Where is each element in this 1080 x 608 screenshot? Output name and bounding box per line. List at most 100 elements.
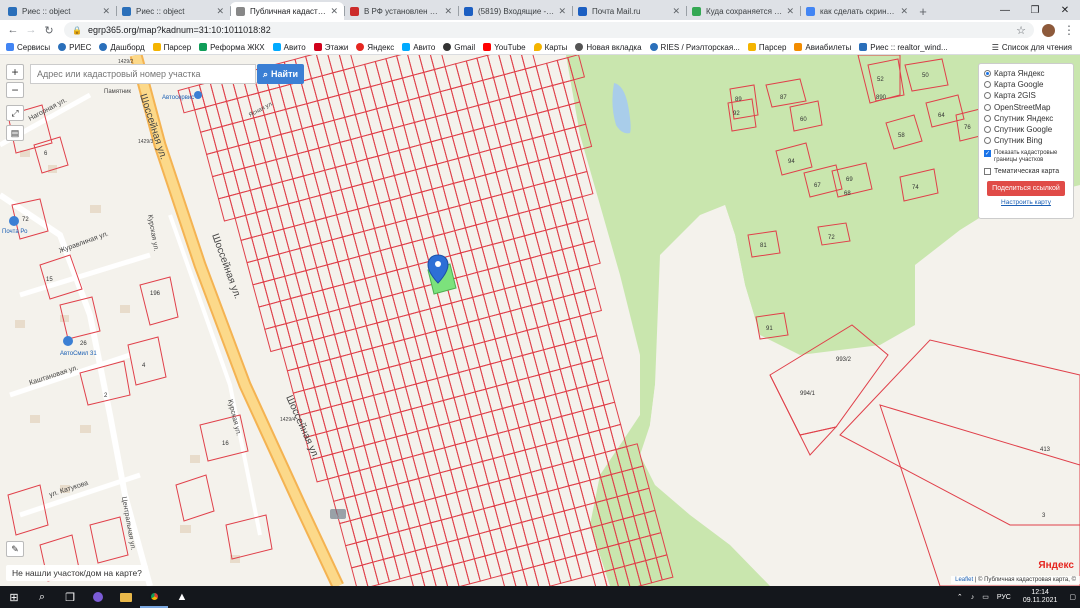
overlay-cadastral-borders[interactable]: ✓ Показать кадастровые границы участков <box>984 150 1068 164</box>
land-parcel[interactable] <box>579 312 598 340</box>
layer-option-google[interactable]: Карта Google <box>984 79 1068 90</box>
land-parcel[interactable] <box>327 55 345 74</box>
forward-icon[interactable]: → <box>22 24 40 36</box>
notifications-icon[interactable]: ▢ <box>1069 593 1076 601</box>
bookmark-etazhi[interactable]: Этажи <box>313 43 348 52</box>
bookmark-parser[interactable]: Парсер <box>152 43 191 52</box>
language-indicator[interactable]: РУС <box>997 594 1011 601</box>
land-parcel[interactable] <box>407 55 425 76</box>
bookmark-services[interactable]: Сервисы <box>6 43 50 52</box>
radio-icon[interactable] <box>984 137 991 145</box>
bookmark-new-tab[interactable]: Новая вкладка <box>575 43 642 52</box>
close-icon[interactable]: ✕ <box>330 6 338 17</box>
photos-icon[interactable]: ▲ <box>168 586 196 608</box>
zoom-out-button[interactable]: − <box>6 82 24 98</box>
fullscreen-icon[interactable]: ⤢ <box>6 105 24 121</box>
lock-icon[interactable]: 🔒 <box>72 26 82 35</box>
close-icon[interactable]: ✕ <box>102 6 110 17</box>
new-tab-button[interactable]: + <box>914 2 932 20</box>
land-parcel[interactable] <box>578 265 597 292</box>
tab-news[interactable]: В РФ установлен новый л ✕ <box>344 2 458 20</box>
reload-icon[interactable]: ↻ <box>40 24 58 37</box>
checkbox-checked-icon[interactable]: ✓ <box>984 150 991 158</box>
radio-icon[interactable] <box>984 81 991 89</box>
bookmark-aviabilety[interactable]: Авиабилеты <box>794 43 851 52</box>
land-parcel[interactable] <box>441 563 460 587</box>
bookmark-ries-wind[interactable]: Риес :: realtor_wind... <box>859 43 948 52</box>
layer-option-osm[interactable]: OpenStreetMap <box>984 102 1068 113</box>
menu-icon[interactable]: ⋮ <box>1063 23 1075 37</box>
layer-option-yandex[interactable]: Карта Яндекс <box>984 68 1068 79</box>
close-icon[interactable]: ✕ <box>900 6 908 17</box>
minimize-button[interactable]: — <box>990 0 1020 20</box>
tab-cadastral-map[interactable]: Публичная кадастровая к✕ <box>230 2 344 20</box>
layer-option-yandex-satellite[interactable]: Спутник Яндекс <box>984 113 1068 124</box>
task-view-icon[interactable]: ❐ <box>56 586 84 608</box>
layer-option-google-satellite[interactable]: Спутник Google <box>984 124 1068 135</box>
address-search-input[interactable] <box>30 64 256 84</box>
land-parcel[interactable] <box>603 401 622 428</box>
up-arrow-icon[interactable]: ⌃ <box>957 593 963 601</box>
land-parcel[interactable] <box>350 564 369 586</box>
share-link-button[interactable]: Поделиться ссылкой <box>987 181 1065 197</box>
close-icon[interactable]: ✕ <box>216 6 224 17</box>
layer-option-bing-satellite[interactable]: Спутник Bing <box>984 135 1068 146</box>
volume-icon[interactable]: ♪ <box>971 594 975 601</box>
radio-icon[interactable] <box>984 126 991 134</box>
land-parcel[interactable] <box>498 55 516 76</box>
bookmark-avito-2[interactable]: Авито <box>402 43 435 52</box>
network-icon[interactable]: ▭ <box>982 593 989 601</box>
land-parcel[interactable] <box>597 379 616 406</box>
tab-ries-object-2[interactable]: Риес :: object ✕ <box>116 2 230 20</box>
tab-mail-ru[interactable]: Почта Mail.ru ✕ <box>572 2 686 20</box>
tab-screenshot-location[interactable]: Куда сохраняется скрин ✕ <box>686 2 800 20</box>
bookmark-gmail[interactable]: Gmail <box>443 43 475 52</box>
close-icon[interactable]: ✕ <box>558 6 566 17</box>
land-parcel[interactable] <box>575 170 594 198</box>
leaflet-link[interactable]: Leaflet <box>955 577 973 583</box>
windows-start-icon[interactable]: ⊞ <box>0 586 28 608</box>
restore-button[interactable]: ❐ <box>1020 0 1050 20</box>
bookmark-star-icon[interactable]: ☆ <box>1016 24 1026 37</box>
radio-icon[interactable] <box>984 92 991 100</box>
bookmark-dashboard[interactable]: Дашборд <box>99 43 145 52</box>
radio-icon[interactable] <box>984 114 991 122</box>
zoom-in-button[interactable]: + <box>6 64 24 80</box>
back-icon[interactable]: ← <box>4 24 22 36</box>
tab-how-to-screenshot[interactable]: как сделать скрин экрана✕ <box>800 2 914 20</box>
overlay-thematic-map[interactable]: Тематическая карта <box>984 168 1068 176</box>
configure-map-link[interactable]: Настроить карту <box>984 199 1068 206</box>
not-found-link[interactable]: Не нашли участок/дом на карте? <box>6 565 148 581</box>
bookmark-parser-2[interactable]: Парсер <box>747 43 786 52</box>
radio-icon[interactable] <box>984 70 991 78</box>
print-icon[interactable]: ▤ <box>6 125 24 141</box>
map-canvas[interactable]: 52 890 50 87 89 92 60 64 76 58 94 67 69 … <box>0 55 1080 586</box>
close-icon[interactable]: ✕ <box>672 6 680 17</box>
close-window-button[interactable]: ✕ <box>1050 0 1080 20</box>
tab-ries-object-1[interactable]: Риес :: object ✕ <box>2 2 116 20</box>
bookmark-ries-realtor[interactable]: RIES / Риэлторская... <box>649 43 740 52</box>
land-parcel[interactable] <box>431 566 449 586</box>
address-bar[interactable]: 🔒 egrp365.org/map?kadnum=31:10:1011018:8… <box>64 22 1034 38</box>
assistant-icon[interactable] <box>84 586 112 608</box>
land-parcel[interactable] <box>576 218 595 245</box>
bookmark-maps[interactable]: Карты <box>533 43 567 52</box>
land-parcel[interactable] <box>522 566 540 586</box>
land-parcel[interactable] <box>582 240 601 267</box>
cadastral-map[interactable]: 52 890 50 87 89 92 60 64 76 58 94 67 69 … <box>0 55 1080 586</box>
bookmark-avito[interactable]: Авито <box>272 43 306 52</box>
close-icon[interactable]: ✕ <box>786 6 794 17</box>
bookmark-reforma[interactable]: Реформа ЖКХ <box>199 43 265 52</box>
land-parcel[interactable] <box>584 287 603 314</box>
bookmark-ries[interactable]: РИЕС <box>58 43 91 52</box>
land-parcel[interactable] <box>585 334 604 362</box>
profile-avatar[interactable] <box>1042 23 1055 37</box>
land-parcel[interactable] <box>569 148 588 175</box>
clock[interactable]: 12:14 09.11.2021 <box>1023 589 1058 605</box>
reading-list-button[interactable]: ☰ Список для чтения <box>992 40 1072 55</box>
search-icon[interactable]: ⌕ <box>28 586 56 608</box>
land-parcel[interactable] <box>571 195 589 223</box>
ruler-icon[interactable]: ✎ <box>6 541 24 557</box>
file-explorer-icon[interactable] <box>112 586 140 608</box>
tab-inbox[interactable]: (5819) Входящие - Почта✕ <box>458 2 572 20</box>
